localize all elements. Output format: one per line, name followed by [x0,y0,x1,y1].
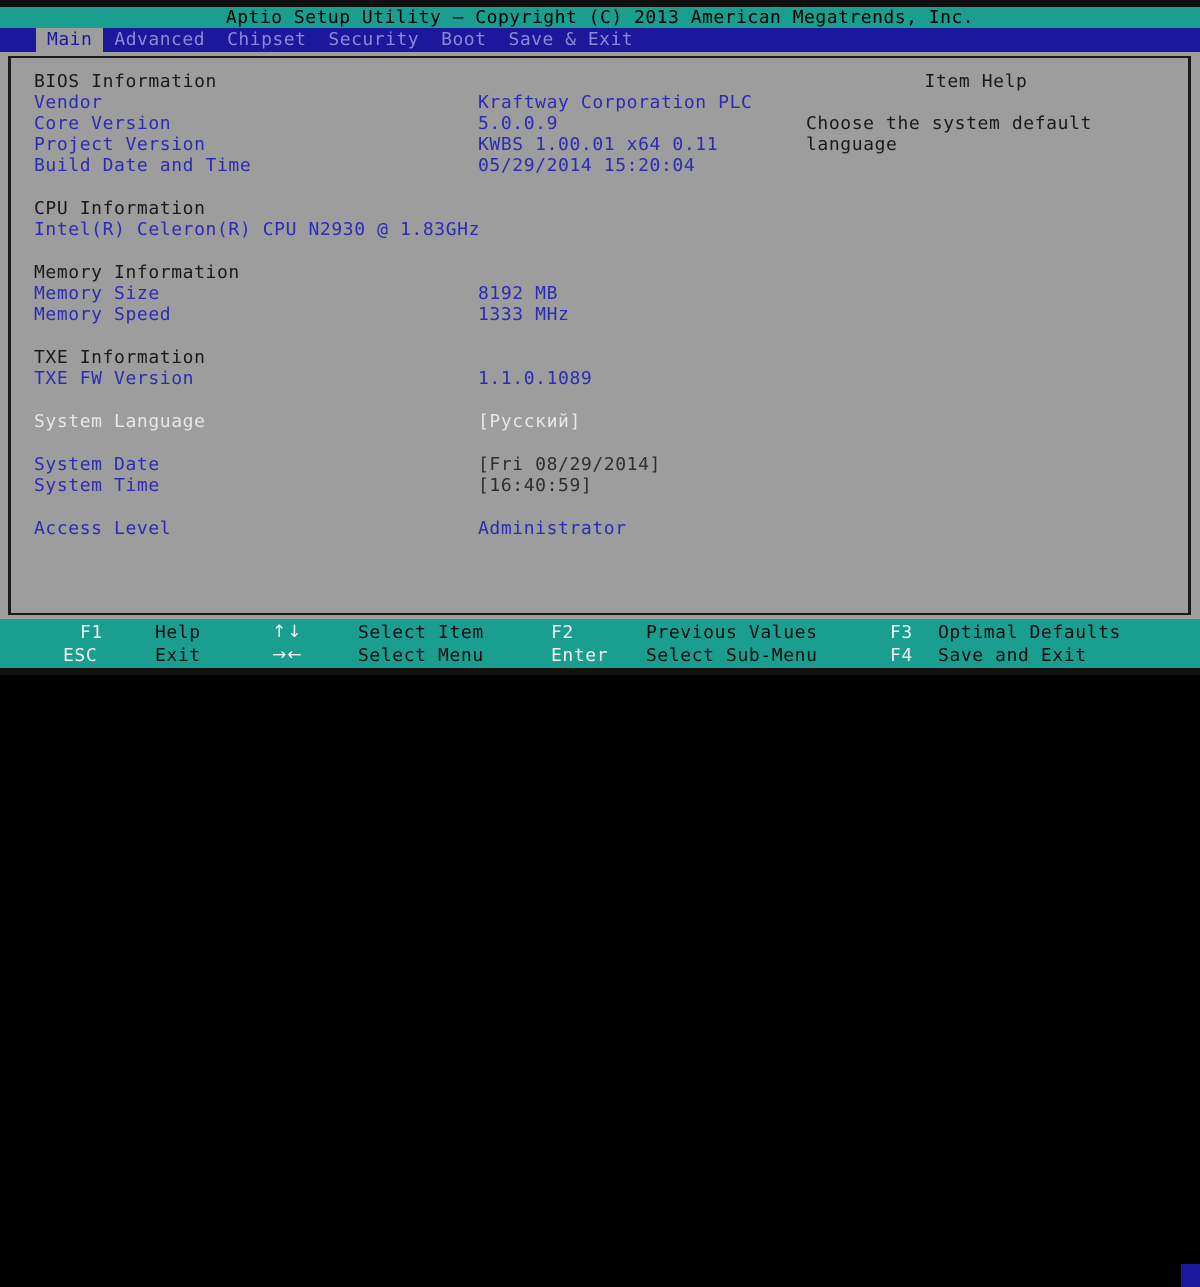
heading-cpu-information: CPU Information [34,198,206,219]
footer-corner-block [1181,1264,1200,1287]
footer-key-f1[interactable]: F1 [80,621,103,644]
value-cpu-detail: Intel(R) Celeron(R) CPU N2930 @ 1.83GHz [34,219,481,240]
footer-key-left-right-arrows: →← [272,645,303,665]
value-txe-fw-version: 1.1.0.1089 [478,368,593,389]
value-build-date-and-time: 05/29/2014 15:20:04 [478,155,696,176]
footer-key-up-down-arrows: ↑↓ [272,622,303,642]
menu-bar-leading-pad [0,28,36,52]
footer-key-enter[interactable]: Enter [551,644,608,667]
tab-chipset[interactable]: Chipset [216,28,317,52]
label-txe-fw-version: TXE FW Version [34,368,195,389]
label-core-version: Core Version [34,113,172,134]
value-memory-size: 8192 MB [478,283,559,304]
item-help-line-2: language [806,134,898,155]
top-bezel-strip [0,0,1200,7]
tab-save-and-exit[interactable]: Save & Exit [497,28,644,52]
label-build-date-and-time: Build Date and Time [34,155,252,176]
footer-legend-bar: F1 Help ↑↓ Select Item F2 Previous Value… [0,619,1200,1287]
label-system-language[interactable]: System Language [34,411,206,432]
tab-advanced[interactable]: Advanced [103,28,216,52]
value-system-date[interactable]: [Fri 08/29/2014] [478,454,661,475]
tab-security[interactable]: Security [317,28,430,52]
footer-row-1: F1 Help ↑↓ Select Item F2 Previous Value… [0,621,1200,644]
footer-desc-select-sub-menu: Select Sub-Menu [646,645,818,666]
footer-key-f3[interactable]: F3 [890,621,913,644]
value-core-version: 5.0.0.9 [478,113,559,134]
footer-desc-previous-values: Previous Values [646,622,818,643]
value-vendor: Kraftway Corporation PLC [478,92,753,113]
value-system-language[interactable]: [Русский] [478,411,581,432]
label-memory-speed: Memory Speed [34,304,172,325]
value-memory-speed: 1333 MHz [478,304,570,325]
footer-desc-select-menu: Select Menu [358,645,484,666]
label-vendor: Vendor [34,92,103,113]
value-access-level: Administrator [478,518,627,539]
footer-key-f2[interactable]: F2 [551,621,574,644]
title-bar: Aptio Setup Utility – Copyright (C) 2013… [0,7,1200,28]
footer-desc-exit: Exit [155,645,201,666]
footer-desc-help: Help [155,622,201,643]
menu-bar: Main Advanced Chipset Security Boot Save… [0,28,1200,52]
heading-txe-information: TXE Information [34,347,206,368]
tab-boot[interactable]: Boot [430,28,497,52]
item-help-title: Item Help [924,71,1028,92]
footer-desc-save-and-exit: Save and Exit [938,645,1087,666]
bottom-bezel-strip [0,668,1200,675]
heading-memory-information: Memory Information [34,262,240,283]
setup-content: BIOS Information Vendor Kraftway Corpora… [0,52,1200,619]
heading-bios-information: BIOS Information [34,71,217,92]
label-access-level: Access Level [34,518,172,539]
item-help-line-1: Choose the system default [806,113,1092,134]
footer-row-2: ESC Exit →← Select Menu Enter Select Sub… [0,644,1200,667]
label-system-time[interactable]: System Time [34,475,160,496]
label-memory-size: Memory Size [34,283,160,304]
bios-setup-screen: Aptio Setup Utility – Copyright (C) 2013… [0,0,1200,1287]
footer-desc-optimal-defaults: Optimal Defaults [938,622,1121,643]
value-system-time[interactable]: [16:40:59] [478,475,592,496]
footer-key-f4[interactable]: F4 [890,644,913,667]
label-project-version: Project Version [34,134,206,155]
label-system-date[interactable]: System Date [34,454,160,475]
tab-main[interactable]: Main [36,28,104,52]
value-project-version: KWBS 1.00.01 x64 0.11 [478,134,719,155]
footer-desc-select-item: Select Item [358,622,484,643]
footer-key-esc[interactable]: ESC [63,644,97,667]
